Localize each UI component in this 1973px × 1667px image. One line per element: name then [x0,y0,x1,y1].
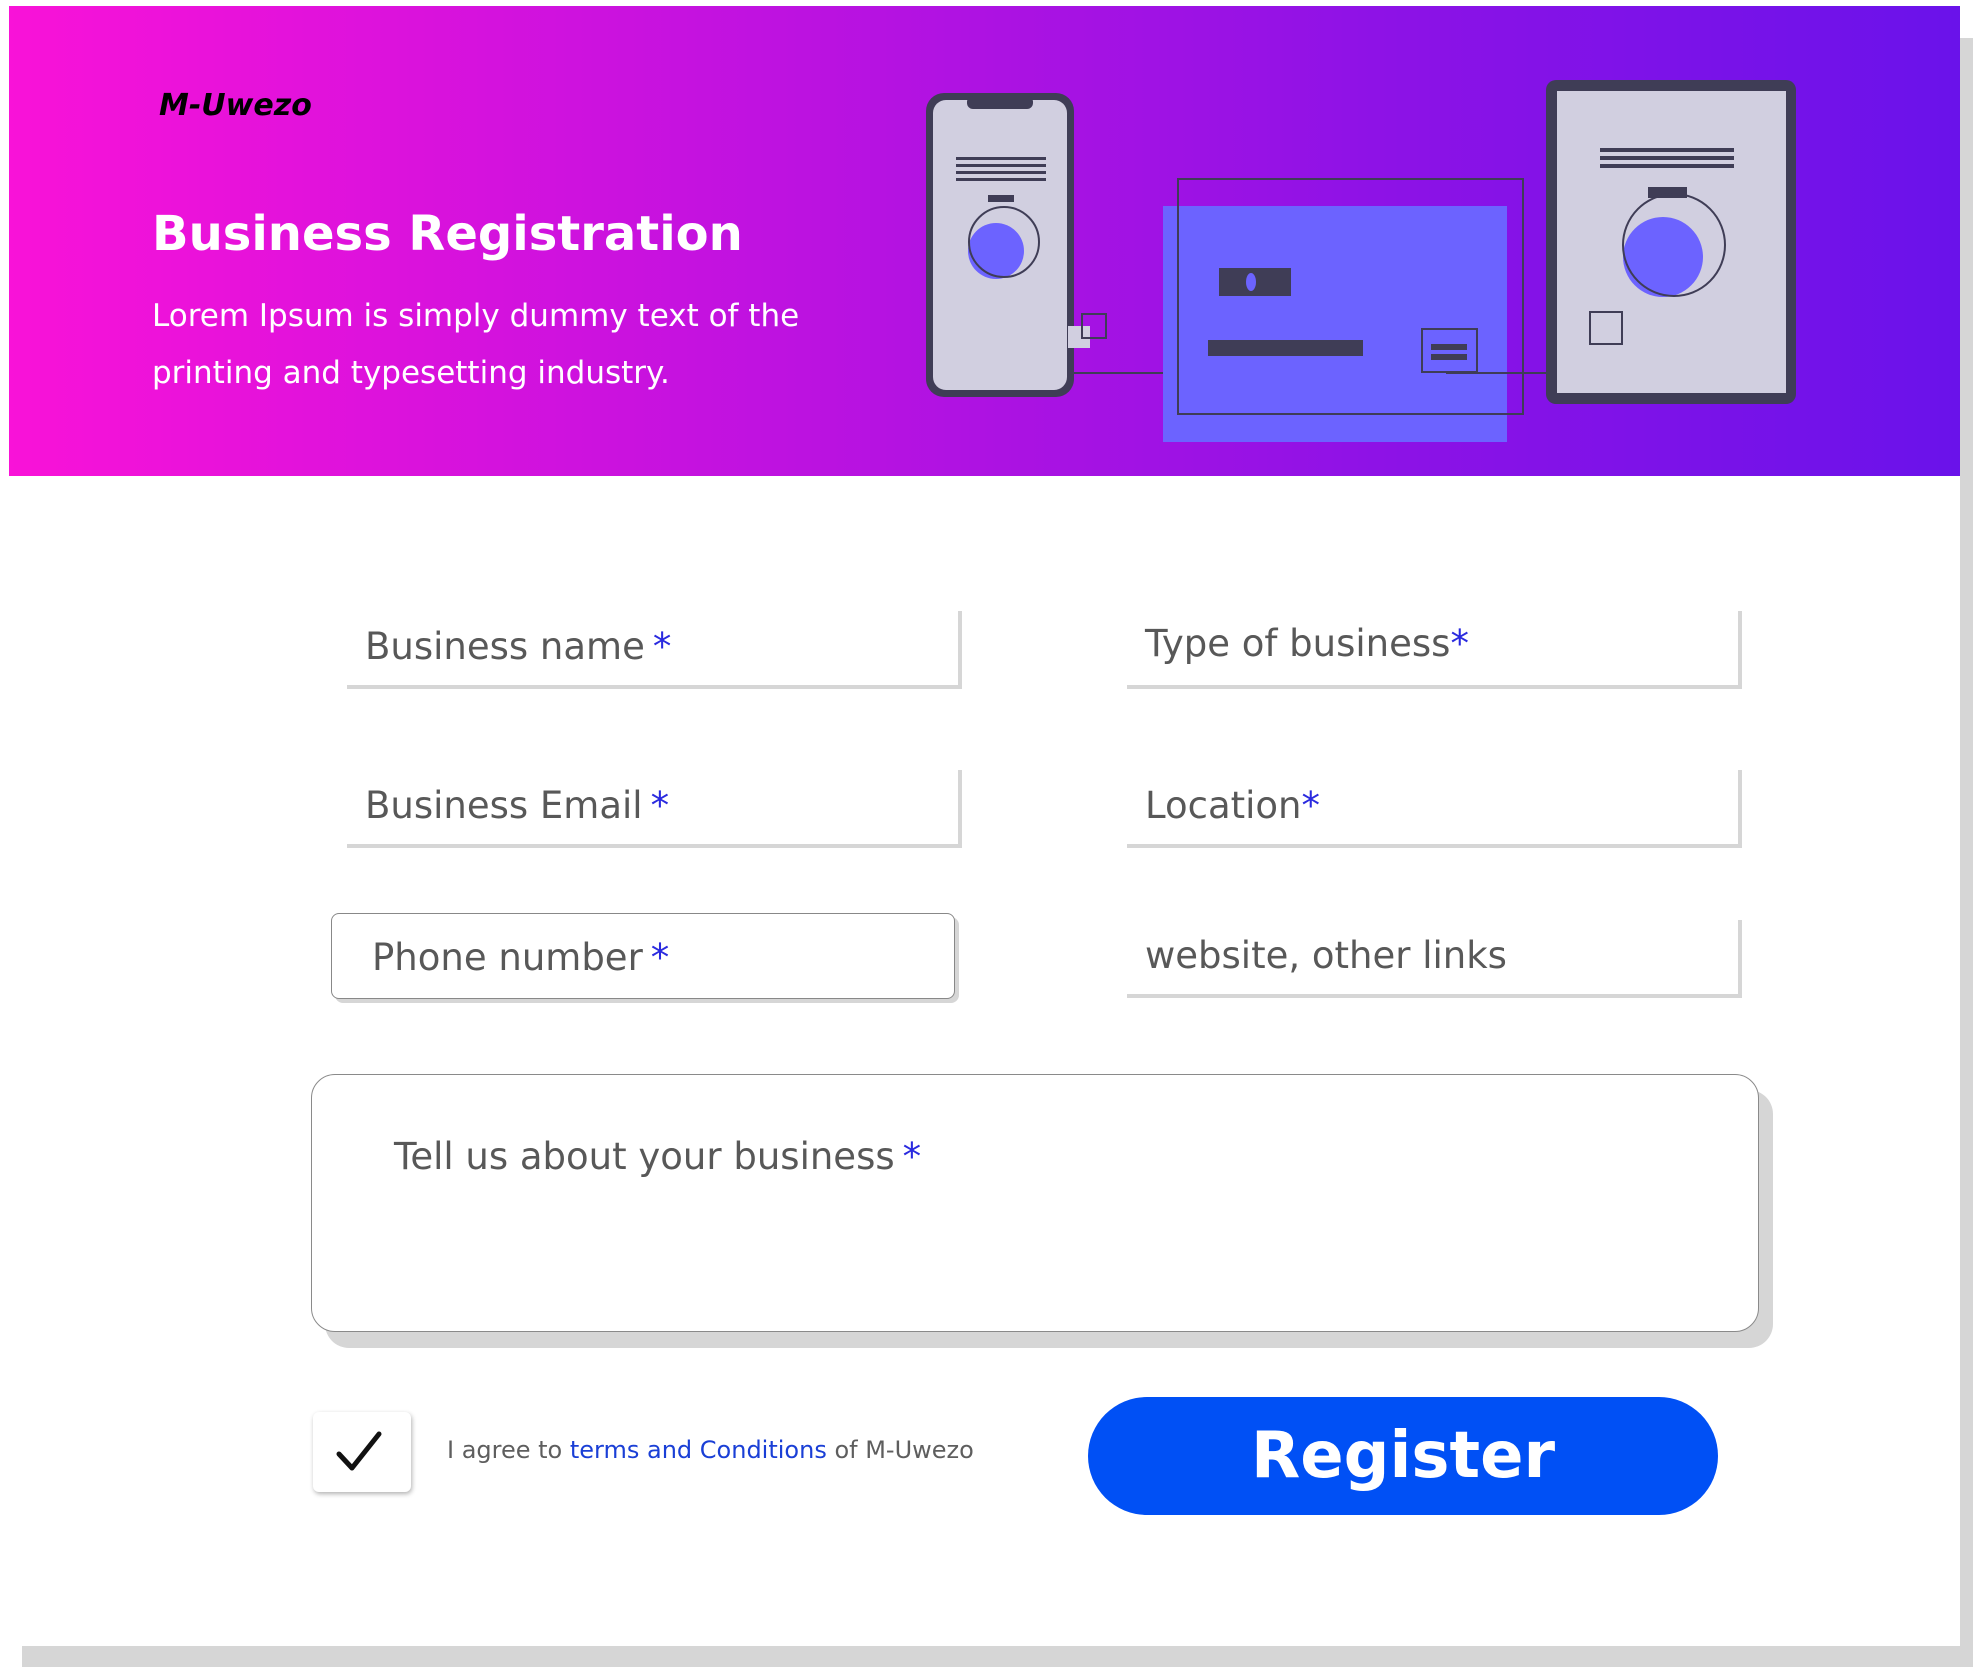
register-button[interactable]: Register [1088,1397,1718,1515]
business-name-field[interactable]: Business name * [343,607,958,685]
registration-page: M-Uwezo Business Registration Lorem Ipsu… [9,6,1960,1646]
page-shadow [22,1646,1973,1667]
website-field[interactable]: website, other links [1123,916,1738,994]
logo: M-Uwezo [159,88,312,123]
about-business-placeholder: Tell us about your business * [394,1135,922,1178]
business-email-field[interactable]: Business Email * [343,766,958,844]
website-placeholder: website, other links [1145,934,1507,977]
about-business-textarea[interactable]: Tell us about your business * [311,1074,1759,1332]
location-placeholder: Location* [1145,784,1320,827]
terms-agreement-text: I agree to terms and Conditions of M-Uwe… [447,1436,974,1464]
location-field[interactable]: Location* [1123,766,1738,844]
devices-illustration [926,80,1796,442]
page-subtitle: Lorem Ipsum is simply dummy text of the … [152,298,800,391]
hero-banner: M-Uwezo Business Registration Lorem Ipsu… [9,6,1960,476]
page-shadow [1960,38,1973,1667]
business-name-placeholder: Business name * [365,625,672,668]
page-title: Business Registration [152,206,743,262]
tablet-illustration [1546,80,1796,404]
checkmark-icon [336,1431,382,1471]
card-illustration [1163,178,1551,442]
type-of-business-field[interactable]: Type of business* [1123,607,1738,685]
phone-number-placeholder: Phone number * [372,936,670,979]
type-of-business-placeholder: Type of business* [1145,622,1469,665]
business-email-placeholder: Business Email * [365,784,670,827]
phone-number-field[interactable]: Phone number * [331,913,955,999]
terms-checkbox[interactable] [313,1412,411,1492]
terms-link[interactable]: terms and Conditions [570,1436,827,1464]
